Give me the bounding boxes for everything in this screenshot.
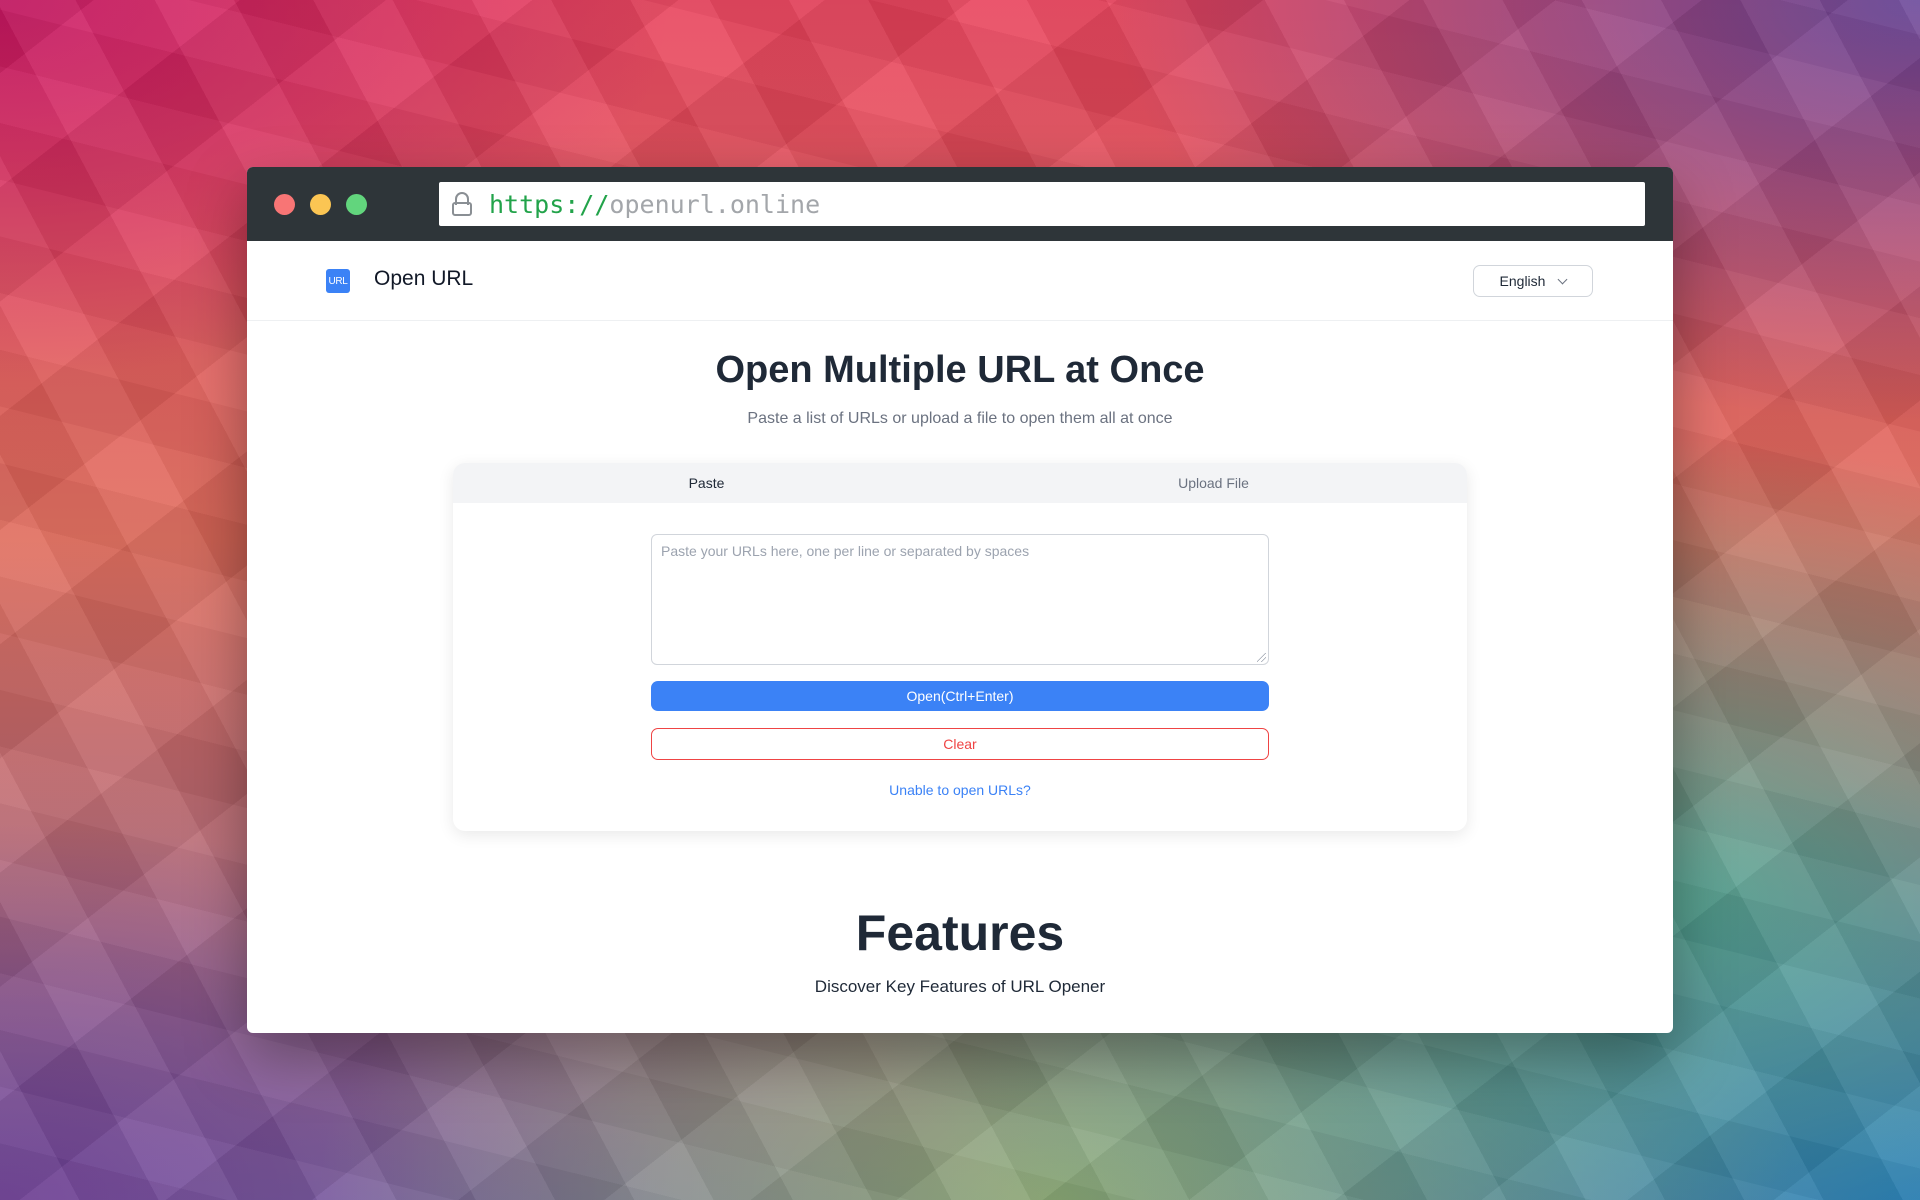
help-link[interactable]: Unable to open URLs? [453, 782, 1467, 798]
logo-icon[interactable]: URL [326, 269, 350, 293]
language-value: English [1499, 273, 1546, 289]
features-title: Features [855, 905, 1065, 961]
tab-list: Paste Upload File [453, 463, 1467, 503]
browser-window: https://openurl.online URL Open URL Engl… [247, 167, 1673, 1033]
address-bar[interactable]: https://openurl.online [439, 182, 1645, 226]
features-subtitle: Discover Key Features of URL Opener [814, 977, 1106, 996]
url-opener-card: Paste Upload File Open(Ctrl+Enter) Clear… [453, 463, 1467, 831]
chevron-down-icon [1558, 274, 1568, 284]
clear-button[interactable]: Clear [651, 728, 1269, 760]
site-name[interactable]: Open URL [374, 267, 473, 291]
url-host: openurl.online [609, 189, 821, 219]
close-window-button[interactable] [274, 194, 295, 215]
resize-handle-icon[interactable] [1257, 653, 1266, 662]
open-urls-button[interactable]: Open(Ctrl+Enter) [651, 681, 1269, 711]
lock-icon [451, 192, 473, 216]
page-subtitle: Paste a list of URLs or upload a file to… [747, 410, 1173, 427]
urls-textarea[interactable] [651, 534, 1269, 665]
tab-paste[interactable]: Paste [453, 463, 960, 503]
maximize-window-button[interactable] [346, 194, 367, 215]
minimize-window-button[interactable] [310, 194, 331, 215]
url-scheme: https:// [489, 189, 610, 219]
language-select[interactable]: English [1473, 265, 1593, 297]
page-title: Open Multiple URL at Once [715, 349, 1205, 391]
browser-titlebar: https://openurl.online [247, 167, 1673, 241]
site-header: URL Open URL English [247, 241, 1673, 321]
tab-upload-file[interactable]: Upload File [960, 463, 1467, 503]
